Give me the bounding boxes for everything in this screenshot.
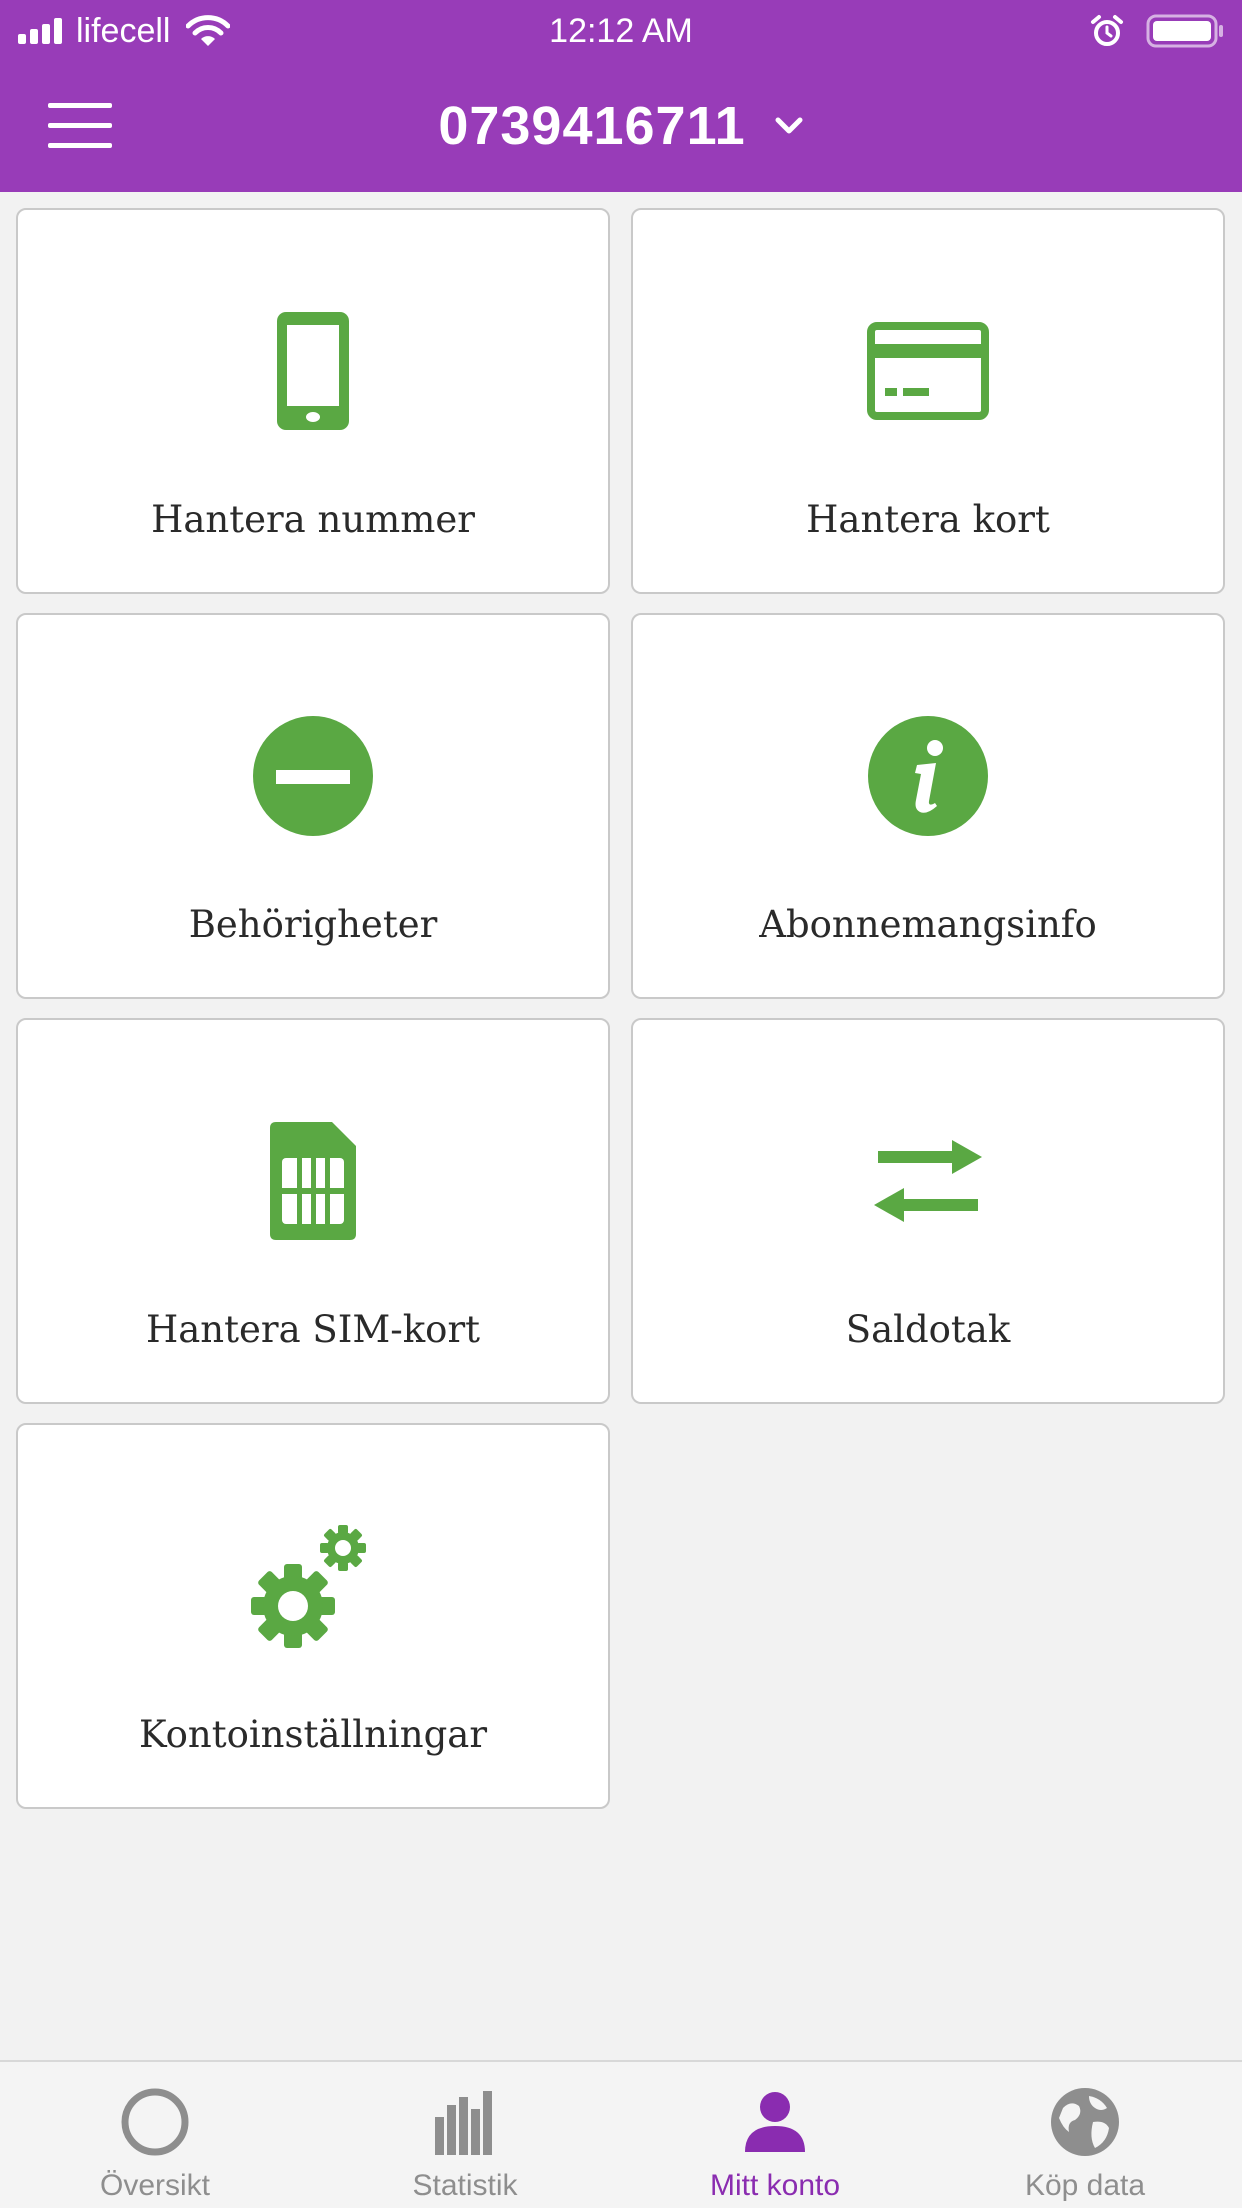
tab-bar: Översikt Statistik Mitt konto Köp data bbox=[0, 2060, 1242, 2208]
bar-chart-icon bbox=[435, 2091, 492, 2155]
menu-button[interactable] bbox=[48, 96, 132, 156]
menu-icon bbox=[48, 103, 112, 148]
tab-label: Köp data bbox=[1024, 2169, 1146, 2202]
tab-icon-wrapper bbox=[0, 2084, 310, 2160]
number-selector-wrapper: 0739416711 bbox=[0, 60, 1242, 192]
tile-kontoinstallningar[interactable]: Kontoinställningar bbox=[16, 1423, 610, 1809]
globe-icon bbox=[1051, 2088, 1119, 2156]
tab-label: Mitt konto bbox=[709, 2169, 841, 2202]
credit-card-icon bbox=[867, 322, 989, 420]
sim-card-icon bbox=[270, 1122, 356, 1240]
tile-abonnemangsinfo[interactable]: Abonnemangsinfo bbox=[631, 613, 1225, 999]
user-icon bbox=[745, 2092, 805, 2152]
tab-icon-wrapper bbox=[930, 2084, 1240, 2160]
tile-behorigheter[interactable]: Behörigheter bbox=[16, 613, 610, 999]
tile-label: Kontoinställningar bbox=[138, 1713, 488, 1756]
tile-label: Hantera kort bbox=[806, 498, 1050, 541]
tile-hantera-nummer[interactable]: Hantera nummer bbox=[16, 208, 610, 594]
status-bar-right bbox=[1090, 12, 1226, 50]
tile-icon-wrapper bbox=[18, 306, 608, 436]
smartphone-icon bbox=[277, 312, 349, 430]
tile-icon-wrapper bbox=[18, 1521, 608, 1651]
tile-label: Hantera nummer bbox=[151, 498, 475, 541]
battery-icon bbox=[1146, 13, 1226, 49]
alarm-icon bbox=[1090, 14, 1124, 48]
status-time: 12:12 AM bbox=[549, 12, 693, 50]
tile-hantera-sim-kort[interactable]: Hantera SIM-kort bbox=[16, 1018, 610, 1404]
tab-statistik[interactable]: Statistik bbox=[310, 2062, 620, 2208]
tile-icon-wrapper bbox=[633, 306, 1223, 436]
app-header: lifecell 12:12 AM 0739416711 bbox=[0, 0, 1242, 192]
tile-hantera-kort[interactable]: Hantera kort bbox=[631, 208, 1225, 594]
tab-kop-data[interactable]: Köp data bbox=[930, 2062, 1240, 2208]
tab-oversikt[interactable]: Översikt bbox=[0, 2062, 310, 2208]
tile-label: Saldotak bbox=[845, 1308, 1011, 1351]
tile-icon-wrapper bbox=[633, 1116, 1223, 1246]
tile-icon-wrapper bbox=[18, 711, 608, 841]
nav-bar: 0739416711 bbox=[0, 60, 1242, 192]
tab-label: Översikt bbox=[99, 2169, 210, 2202]
tile-icon-wrapper bbox=[18, 1116, 608, 1246]
tab-icon-wrapper bbox=[620, 2084, 930, 2160]
transfer-arrows-icon bbox=[874, 1140, 982, 1222]
circle-icon bbox=[121, 2088, 189, 2156]
phone-number: 0739416711 bbox=[438, 96, 746, 156]
tile-icon-wrapper bbox=[633, 711, 1223, 841]
tab-label: Statistik bbox=[412, 2169, 518, 2202]
tile-label: Behörigheter bbox=[188, 903, 438, 946]
number-selector[interactable]: 0739416711 bbox=[438, 95, 803, 157]
tile-saldotak[interactable]: Saldotak bbox=[631, 1018, 1225, 1404]
chevron-down-icon bbox=[775, 117, 803, 134]
tab-mitt-konto[interactable]: Mitt konto bbox=[620, 2062, 930, 2208]
gears-icon bbox=[251, 1525, 366, 1648]
tile-label: Abonnemangsinfo bbox=[759, 903, 1097, 946]
tab-icon-wrapper bbox=[310, 2084, 620, 2160]
status-bar: lifecell 12:12 AM bbox=[0, 0, 1242, 60]
no-entry-icon bbox=[253, 716, 373, 836]
info-icon bbox=[868, 716, 988, 836]
tile-label: Hantera SIM-kort bbox=[145, 1308, 481, 1351]
